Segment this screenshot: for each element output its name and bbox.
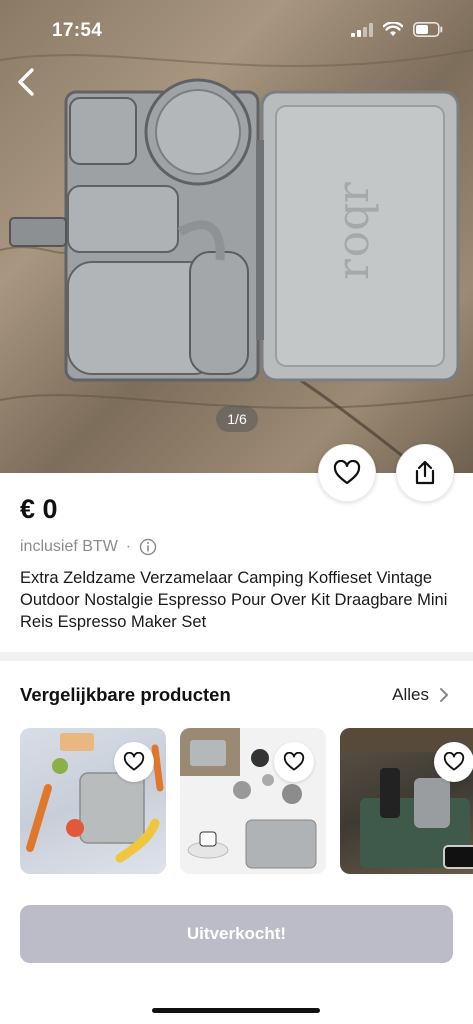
see-all-label: Alles bbox=[392, 685, 429, 704]
vat-separator: · bbox=[125, 538, 132, 555]
battery-icon bbox=[413, 22, 443, 37]
status-time: 17:54 bbox=[52, 20, 103, 41]
section-divider bbox=[0, 652, 473, 661]
favorite-button[interactable] bbox=[318, 444, 376, 502]
vat-label: inclusief BTW bbox=[20, 538, 118, 555]
signal-icon bbox=[351, 22, 373, 37]
back-button[interactable] bbox=[6, 62, 46, 102]
product-photo: ɹboɹ bbox=[0, 49, 473, 472]
share-icon bbox=[415, 460, 435, 485]
wifi-icon bbox=[383, 22, 403, 36]
card-favorite-button[interactable] bbox=[114, 742, 154, 782]
vat-row: inclusief BTW · bbox=[20, 538, 157, 556]
product-card[interactable] bbox=[20, 728, 166, 874]
heart-icon bbox=[123, 752, 145, 771]
card-favorite-button[interactable] bbox=[434, 742, 473, 782]
product-image-gallery[interactable]: ɹboɹ 17:54 1/6 bbox=[0, 0, 473, 473]
product-title: Extra Zeldzame Verzamelaar Camping Koffi… bbox=[20, 569, 448, 631]
product-card[interactable] bbox=[180, 728, 326, 874]
see-all-link[interactable]: Alles bbox=[392, 685, 449, 705]
home-indicator[interactable] bbox=[152, 1008, 320, 1013]
similar-products-list bbox=[20, 728, 473, 874]
sold-out-button[interactable]: Uitverkocht! bbox=[20, 905, 453, 963]
price: € 0 bbox=[20, 494, 58, 524]
heart-icon bbox=[443, 752, 465, 771]
similar-products-title: Vergelijkbare producten bbox=[20, 684, 231, 705]
chevron-right-icon bbox=[440, 688, 448, 702]
product-card[interactable] bbox=[340, 728, 473, 874]
status-icons bbox=[351, 22, 443, 37]
heart-icon bbox=[283, 752, 305, 771]
back-icon bbox=[18, 68, 34, 96]
info-icon[interactable] bbox=[139, 538, 157, 556]
gallery-counter: 1/6 bbox=[216, 406, 258, 432]
heart-icon bbox=[333, 460, 361, 485]
status-bar: 17:54 bbox=[0, 0, 473, 64]
card-favorite-button[interactable] bbox=[274, 742, 314, 782]
svg-text:ɹboɹ: ɹboɹ bbox=[334, 181, 385, 280]
share-button[interactable] bbox=[396, 444, 454, 502]
